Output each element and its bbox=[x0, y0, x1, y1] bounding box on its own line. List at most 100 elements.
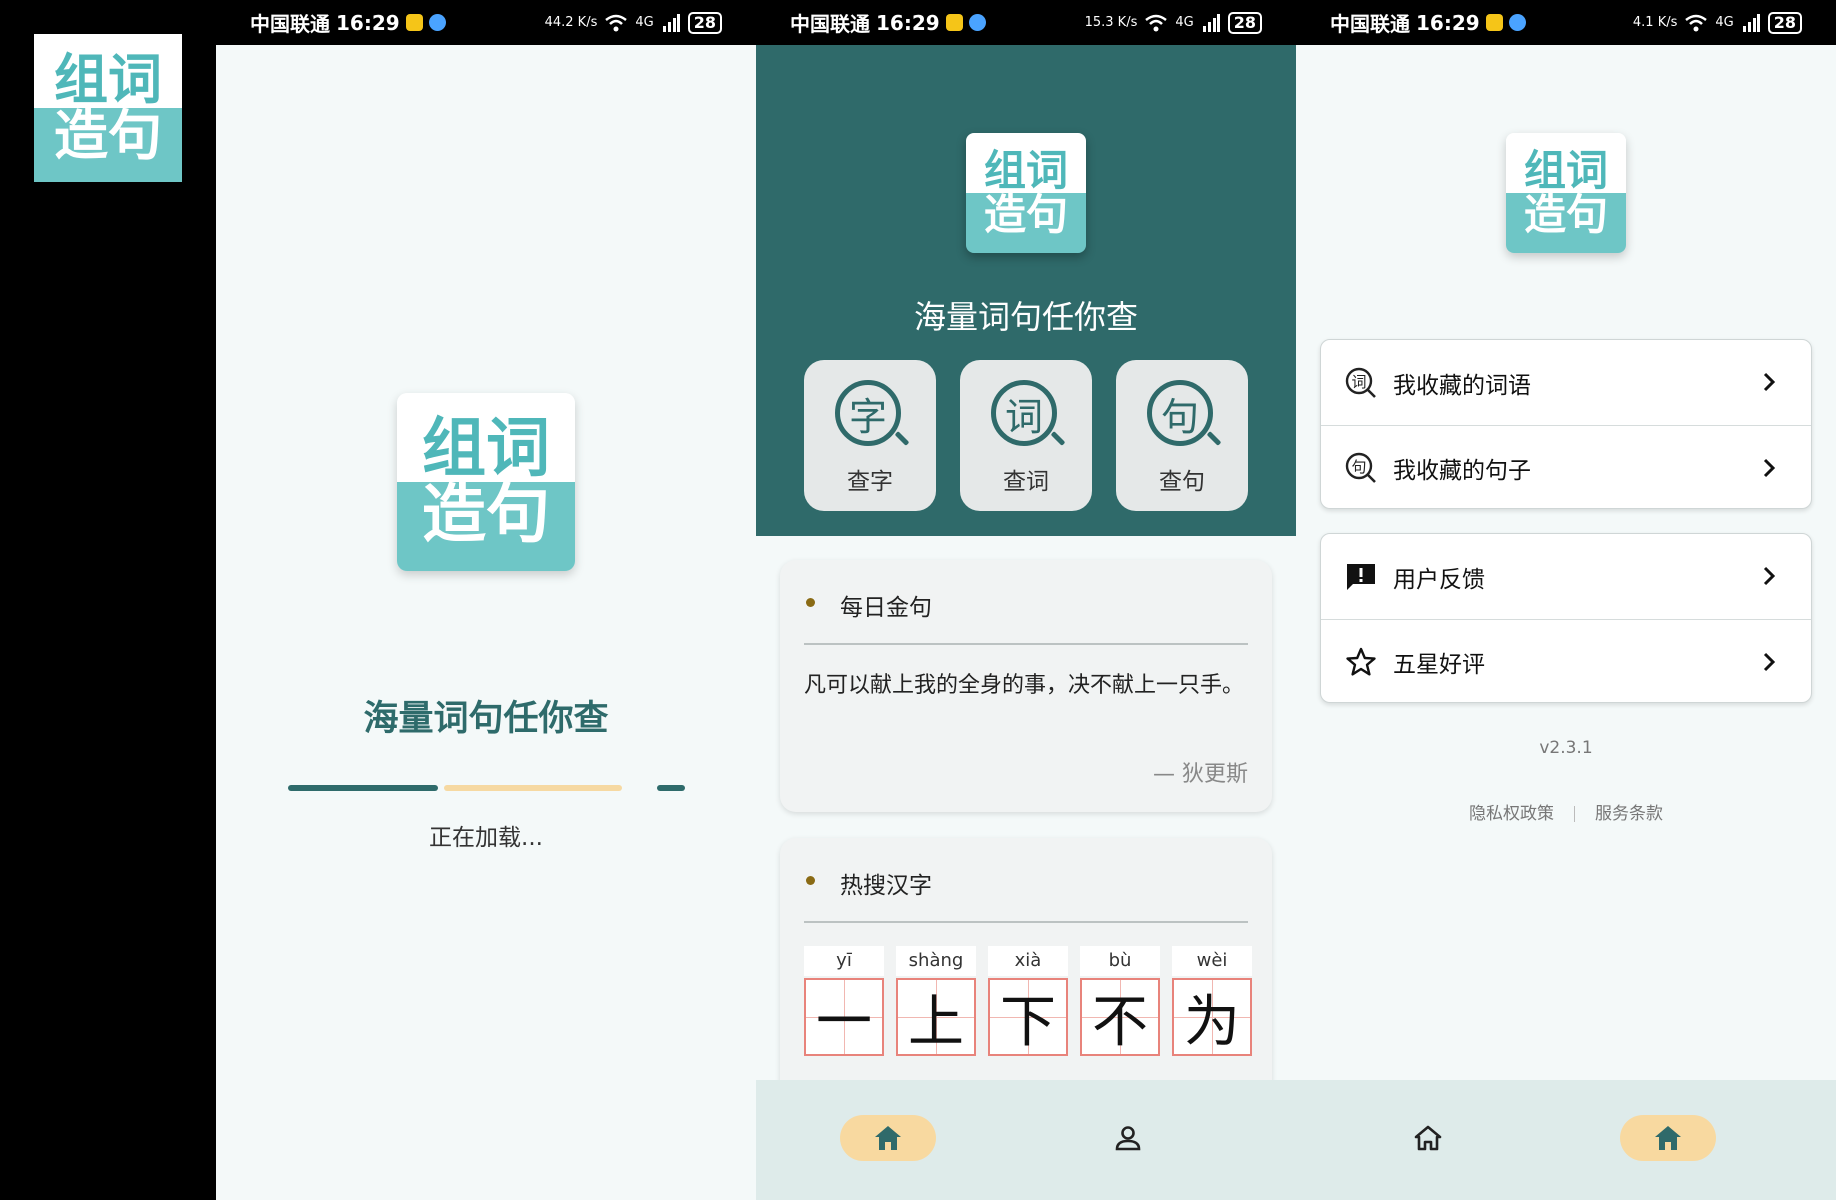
hanzi-char: 一 bbox=[816, 989, 872, 1055]
bottom-tab-bar bbox=[1296, 1080, 1836, 1200]
char-grid: 不 bbox=[1080, 978, 1160, 1056]
quote-text: 凡可以献上我的全身的事，决不献上一只手。 bbox=[804, 673, 1245, 698]
favorites-menu: 词 我收藏的词语 句 我收藏的句子 bbox=[1320, 339, 1812, 509]
notification-icon bbox=[405, 14, 423, 31]
home-outline-icon bbox=[1414, 1125, 1442, 1151]
weather-icon bbox=[1508, 14, 1526, 31]
hot-char-item[interactable]: wèi 为 bbox=[1172, 946, 1252, 1056]
divider bbox=[804, 643, 1248, 645]
menu-label: 五星好评 bbox=[1393, 652, 1485, 678]
daily-quote-card[interactable]: 每日金句 凡可以献上我的全身的事，决不献上一只手。 — 狄更斯 bbox=[780, 560, 1272, 812]
pinyin: bù bbox=[1080, 946, 1160, 976]
search-sentence-label: 查句 bbox=[1159, 469, 1205, 495]
weather-icon bbox=[968, 14, 986, 31]
weather-icon bbox=[428, 14, 446, 31]
net-speed: 44.2 K/s bbox=[544, 15, 598, 30]
status-bar: 中国联通 16:29 15.3 K/s 4G 28 bbox=[756, 0, 1296, 45]
svg-text:词: 词 bbox=[1351, 373, 1366, 391]
char-grid: 上 bbox=[896, 978, 976, 1056]
net-speed: 15.3 K/s bbox=[1084, 15, 1138, 30]
quote-author: — 狄更斯 bbox=[1153, 762, 1248, 787]
divider bbox=[804, 921, 1248, 923]
tab-home[interactable] bbox=[1380, 1115, 1476, 1161]
logo-text-bottom: 造句 bbox=[1506, 193, 1626, 253]
battery-level: 28 bbox=[687, 11, 722, 34]
legal-links: 隐私权政策 服务条款 bbox=[1296, 799, 1836, 824]
search-char-button[interactable]: 字 查字 bbox=[804, 360, 936, 511]
feedback-icon bbox=[1343, 559, 1379, 595]
carrier: 中国联通 bbox=[1330, 12, 1410, 36]
home-header: 组词 造句 海量词句任你查 字 查字 词 查词 句 查句 bbox=[756, 45, 1296, 536]
hanzi-char: 下 bbox=[1000, 989, 1056, 1055]
splash-screen: 中国联通 16:29 44.2 K/s 4G 28 组词 造句 海量词句任你查 … bbox=[216, 0, 756, 1200]
support-menu: 用户反馈 五星好评 bbox=[1320, 533, 1812, 703]
signal-icon bbox=[1202, 13, 1220, 32]
bullet-dot bbox=[806, 598, 815, 607]
hot-char-item[interactable]: shàng 上 bbox=[896, 946, 976, 1056]
clock: 16:29 bbox=[1416, 10, 1480, 35]
word-search-icon: 词 bbox=[1343, 365, 1379, 401]
app-logo: 组词 造句 bbox=[1506, 133, 1626, 253]
net-speed: 4.1 K/s bbox=[1632, 15, 1678, 30]
app-version: v2.3.1 bbox=[1539, 738, 1593, 758]
hanzi-char: 上 bbox=[908, 989, 964, 1055]
loading-text: 正在加载... bbox=[429, 825, 543, 851]
chevron-right-icon bbox=[1763, 372, 1776, 392]
char-grid: 一 bbox=[804, 978, 884, 1056]
pinyin: yī bbox=[804, 946, 884, 976]
signal-type: 4G bbox=[1175, 15, 1194, 30]
search-char-label: 查字 bbox=[847, 469, 893, 495]
logo-text-bottom: 造句 bbox=[34, 108, 182, 182]
notification-icon bbox=[945, 14, 963, 31]
carrier: 中国联通 bbox=[790, 12, 870, 36]
battery-level: 28 bbox=[1227, 11, 1262, 34]
menu-item-favorite-words[interactable]: 词 我收藏的词语 bbox=[1321, 340, 1811, 425]
privacy-policy-link[interactable]: 隐私权政策 bbox=[1469, 804, 1554, 824]
bottom-tab-bar bbox=[756, 1080, 1296, 1200]
search-word-button[interactable]: 词 查词 bbox=[960, 360, 1092, 511]
signal-icon bbox=[1742, 13, 1760, 32]
menu-item-feedback[interactable]: 用户反馈 bbox=[1321, 534, 1811, 619]
home-icon bbox=[1655, 1126, 1681, 1150]
home-screen: 中国联通 16:29 15.3 K/s 4G 28 组词 造句 海量词句任你查 … bbox=[756, 0, 1296, 1200]
pinyin: shàng bbox=[896, 946, 976, 976]
logo-text-bottom: 造句 bbox=[966, 193, 1086, 253]
star-icon bbox=[1343, 644, 1379, 680]
logo-text-top: 组词 bbox=[966, 133, 1086, 193]
battery-level: 28 bbox=[1767, 11, 1802, 34]
app-logo: 组词 造句 bbox=[966, 133, 1086, 253]
search-sentence-icon: 句 bbox=[1143, 376, 1222, 454]
loading-bar-track bbox=[444, 785, 622, 791]
search-char-icon: 字 bbox=[831, 376, 910, 454]
wifi-icon bbox=[1145, 14, 1168, 31]
status-bar: 中国联通 16:29 4.1 K/s 4G 28 bbox=[1296, 0, 1836, 45]
hot-chars-title: 热搜汉字 bbox=[840, 873, 932, 899]
logo-text-top: 组词 bbox=[397, 393, 575, 482]
status-bar: 中国联通 16:29 44.2 K/s 4G 28 bbox=[216, 0, 756, 45]
app-slogan: 海量词句任你查 bbox=[363, 699, 609, 739]
tab-profile[interactable] bbox=[1620, 1115, 1716, 1161]
logo-text-top: 组词 bbox=[1506, 133, 1626, 193]
clock: 16:29 bbox=[336, 10, 400, 35]
tab-home[interactable] bbox=[840, 1115, 936, 1161]
logo-text-top: 组词 bbox=[34, 34, 182, 108]
hot-char-item[interactable]: bù 不 bbox=[1080, 946, 1160, 1056]
pinyin: wèi bbox=[1172, 946, 1252, 976]
tab-profile[interactable] bbox=[1080, 1115, 1176, 1161]
menu-item-rate[interactable]: 五星好评 bbox=[1321, 619, 1811, 702]
daily-quote-title: 每日金句 bbox=[840, 595, 932, 621]
menu-item-favorite-sentences[interactable]: 句 我收藏的句子 bbox=[1321, 425, 1811, 508]
profile-screen: 中国联通 16:29 4.1 K/s 4G 28 组词 造句 词 我收藏的词语 … bbox=[1296, 0, 1836, 1200]
hot-char-item[interactable]: yī 一 bbox=[804, 946, 884, 1056]
terms-link[interactable]: 服务条款 bbox=[1595, 804, 1663, 824]
menu-label: 用户反馈 bbox=[1393, 566, 1485, 593]
app-logo-large: 组词 造句 bbox=[34, 34, 182, 182]
svg-text:句: 句 bbox=[1351, 458, 1366, 476]
loading-bar-filled bbox=[288, 785, 438, 791]
app-logo: 组词 造句 bbox=[397, 393, 575, 571]
signal-icon bbox=[662, 13, 680, 32]
char-grid: 为 bbox=[1172, 978, 1252, 1056]
hot-char-item[interactable]: xià 下 bbox=[988, 946, 1068, 1056]
search-sentence-button[interactable]: 句 查句 bbox=[1116, 360, 1248, 511]
chevron-right-icon bbox=[1763, 652, 1776, 672]
